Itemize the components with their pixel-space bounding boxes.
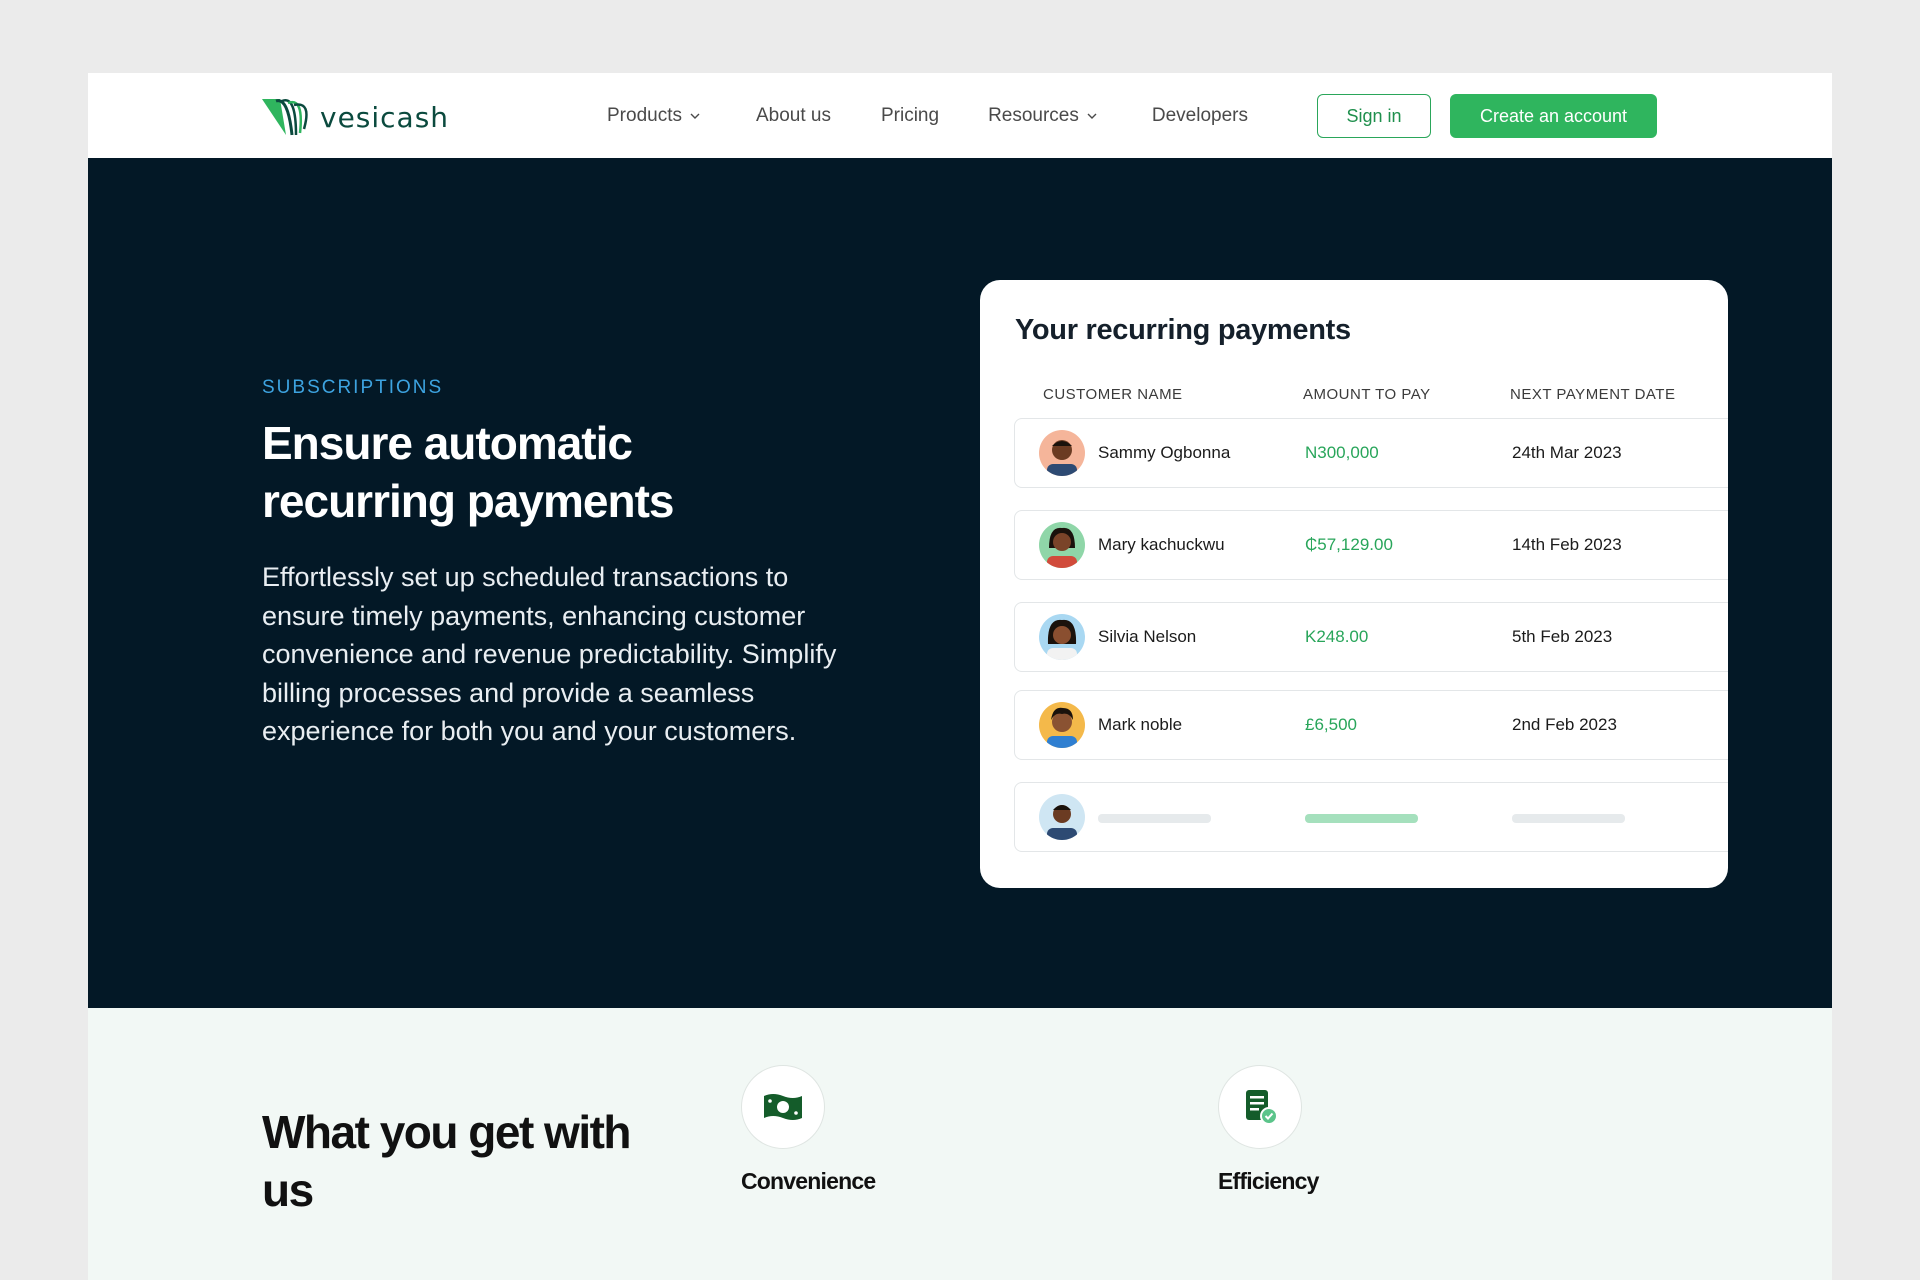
customer-name: Mark noble	[1098, 715, 1183, 734]
brand-logo[interactable]: vesicash	[262, 95, 449, 139]
skeleton-amount	[1305, 814, 1418, 823]
vesicash-logo-icon	[262, 99, 308, 136]
next-payment-date: 5th Feb 2023	[1512, 627, 1613, 646]
card-title: Your recurring payments	[1015, 314, 1351, 346]
amount-to-pay: ₵57,129.00	[1305, 535, 1393, 554]
customer-name: Sammy Ogbonna	[1098, 443, 1231, 462]
hero-eyebrow: SUBSCRIPTIONS	[262, 377, 444, 398]
document-check-icon	[1246, 1090, 1278, 1125]
next-payment-date: 14th Feb 2023	[1512, 535, 1622, 554]
sign-in-button[interactable]: Sign in	[1317, 94, 1431, 138]
nav-developers[interactable]: Developers	[1152, 105, 1248, 127]
nav-pricing-label: Pricing	[880, 104, 940, 126]
features-section: What you get with us Convenience Efficie…	[88, 1008, 1832, 1280]
nav-products[interactable]: Products	[607, 105, 700, 127]
hero-description: Effortlessly set up scheduled transactio…	[262, 562, 837, 746]
avatar	[1039, 794, 1085, 840]
table-row[interactable]: Mary kachuckwu ₵57,129.00 14th Feb 2023	[1014, 510, 1728, 580]
table-row-placeholder	[1014, 782, 1728, 852]
cash-icon	[764, 1094, 802, 1120]
chevron-down-icon	[1087, 113, 1097, 119]
create-account-button[interactable]: Create an account	[1450, 94, 1657, 138]
col-amount: AMOUNT TO PAY	[1303, 386, 1431, 403]
top-navbar: vesicash Products About us Pricing Resou…	[88, 73, 1832, 158]
nav-pricing[interactable]: Pricing	[881, 105, 939, 127]
avatar	[1039, 522, 1085, 568]
amount-to-pay: K248.00	[1305, 627, 1369, 646]
nav-about[interactable]: About us	[756, 105, 831, 127]
feature-efficiency-label: Efficiency	[1218, 1168, 1319, 1194]
chevron-down-icon	[690, 113, 700, 119]
nav-resources[interactable]: Resources	[988, 105, 1097, 127]
amount-to-pay: £6,500	[1305, 715, 1357, 734]
nav-resources-label: Resources	[988, 104, 1079, 126]
convenience-badge	[741, 1065, 825, 1149]
col-customer-name: CUSTOMER NAME	[1043, 386, 1183, 403]
hero-title: Ensure automatic recurring payments	[262, 417, 674, 527]
avatar	[1039, 614, 1085, 660]
nav-developers-label: Developers	[1151, 104, 1248, 126]
table-row[interactable]: Sammy Ogbonna N300,000 24th Mar 2023	[1014, 418, 1728, 488]
table-row[interactable]: Silvia Nelson K248.00 5th Feb 2023	[1014, 602, 1728, 672]
avatar	[1039, 702, 1085, 748]
nav-about-label: About us	[755, 104, 831, 126]
avatar	[1039, 430, 1085, 476]
nav-links: Products About us Pricing Resources Deve…	[607, 73, 1248, 158]
skeleton-name	[1098, 814, 1211, 823]
customer-name: Mary kachuckwu	[1098, 535, 1225, 554]
table-row[interactable]: Mark noble £6,500 2nd Feb 2023	[1014, 690, 1728, 760]
customer-name: Silvia Nelson	[1098, 627, 1197, 646]
skeleton-date	[1512, 814, 1625, 823]
hero-section: SUBSCRIPTIONS Ensure automatic recurring…	[88, 158, 1832, 1008]
col-next-date: NEXT PAYMENT DATE	[1510, 386, 1676, 403]
brand-name: vesicash	[320, 100, 450, 134]
feature-convenience-label: Convenience	[741, 1168, 876, 1194]
recurring-payments-card: Your recurring payments CUSTOMER NAME AM…	[980, 280, 1728, 888]
efficiency-badge	[1218, 1065, 1302, 1149]
next-payment-date: 2nd Feb 2023	[1512, 715, 1617, 734]
page-frame: vesicash Products About us Pricing Resou…	[88, 73, 1832, 1280]
next-payment-date: 24th Mar 2023	[1512, 443, 1622, 462]
features-title: What you get with us	[262, 1106, 632, 1216]
nav-products-label: Products	[607, 104, 682, 126]
amount-to-pay: N300,000	[1305, 443, 1379, 462]
